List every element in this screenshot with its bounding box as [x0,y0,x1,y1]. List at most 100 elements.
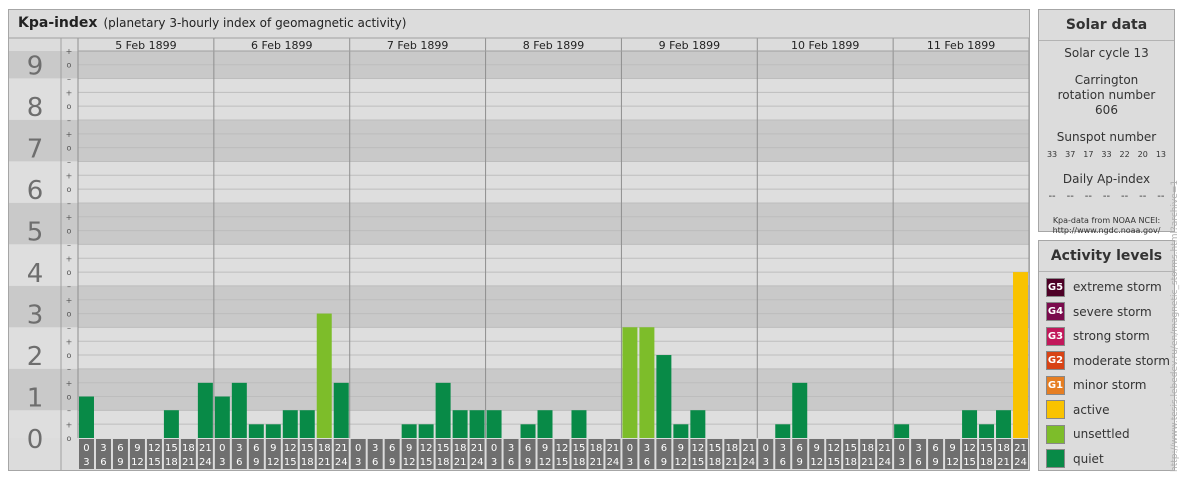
hour-end-label: 15 [148,457,161,468]
hour-start-label: 18 [997,443,1010,454]
hour-start-label: 21 [199,443,212,454]
hour-end-label: 18 [301,457,314,468]
kp-bar [979,424,995,438]
hour-start-label: 3 [372,443,378,454]
hour-start-label: 0 [627,443,633,454]
hour-end-label: 12 [267,457,280,468]
kp-bar [231,382,247,438]
hour-start-label: 3 [100,443,106,454]
kp-sublevel-mark: o [67,61,72,70]
hour-start-label: 21 [1014,443,1027,454]
y-tick-label: 1 [27,384,44,414]
hour-start-label: 18 [725,443,738,454]
hour-start-label: 15 [980,443,993,454]
hour-end-label: 21 [590,457,603,468]
hour-start-label: 12 [963,443,976,454]
kp-bar [894,424,910,438]
y-tick-label: 4 [27,259,44,289]
kp-sublevel-mark: o [67,393,72,402]
activity-level-item: quiet [1046,447,1174,472]
hour-end-label: 3 [898,457,904,468]
kp-bar [401,424,417,438]
activity-level-item: G5 extreme storm [1046,275,1174,300]
hour-end-label: 6 [915,457,921,468]
hour-end-label: 12 [131,457,144,468]
ap-index-values: -- -- -- -- -- -- -- [1039,191,1174,202]
kp-bar [214,396,230,438]
hour-start-label: 15 [165,443,178,454]
sunspot-value: 17 [1083,150,1094,159]
kp-bar [639,327,655,438]
kp-bar [792,382,808,438]
day-label: 7 Feb 1899 [387,39,448,52]
hour-end-label: 9 [117,457,123,468]
hour-end-label: 18 [980,457,993,468]
sunspot-value: 22 [1119,150,1130,159]
hour-end-label: 9 [661,457,667,468]
hour-end-label: 21 [182,457,195,468]
hour-start-label: 0 [898,443,904,454]
level-swatch: G5 [1046,277,1065,297]
hour-end-label: 9 [389,457,395,468]
y-tick-label: 2 [27,342,44,372]
kp-sublevel-mark: o [67,434,72,443]
day-label: 6 Feb 1899 [251,39,312,52]
kp-bar [690,410,706,438]
level-label: quiet [1073,451,1104,466]
sunspot-values: 33 37 17 33 22 20 13 [1039,150,1174,159]
hour-end-label: 3 [219,457,225,468]
hour-end-label: 6 [508,457,514,468]
solar-data-header: Solar data [1039,10,1174,41]
kp-bar [452,410,468,438]
y-tick-label: 3 [27,301,44,331]
kp-sublevel-mark: o [67,185,72,194]
ap-value: -- [1102,191,1111,202]
hour-end-label: 9 [253,457,259,468]
hour-end-label: 3 [83,457,89,468]
kp-sublevel-mark: + [66,337,73,346]
hour-start-label: 18 [454,443,467,454]
kp-band [9,285,1029,328]
day-label: 5 Feb 1899 [115,39,176,52]
hour-start-label: 6 [117,443,123,454]
kp-bar [79,396,94,438]
hour-end-label: 12 [539,457,552,468]
level-swatch [1046,449,1065,469]
sunspot-value: 37 [1065,150,1076,159]
hour-end-label: 15 [963,457,976,468]
kp-sublevel-mark: – [67,323,71,332]
sunspot-value: 13 [1155,150,1166,159]
kp-sublevel-mark: + [66,296,73,305]
data-source-url: http://www.ngdc.noaa.gov/ [1052,226,1161,235]
ap-value: -- [1139,191,1147,202]
kp-bar [197,382,213,438]
y-tick-label: 6 [27,176,44,206]
level-label: extreme storm [1073,280,1162,295]
activity-level-item: G4 severe storm [1046,300,1174,325]
day-label: 11 Feb 1899 [927,39,995,52]
kp-bar [316,313,332,438]
kp-sublevel-mark: + [66,213,73,222]
hour-start-label: 21 [742,443,755,454]
hour-start-label: 3 [780,443,786,454]
level-label: minor storm [1073,378,1147,393]
sunspot-value: 33 [1046,150,1058,159]
kp-sublevel-mark: – [67,365,71,374]
level-label: strong storm [1073,329,1150,344]
kp-bar [299,410,315,438]
hour-start-label: 9 [270,443,276,454]
hour-end-label: 15 [284,457,297,468]
kp-sublevel-mark: – [67,406,71,415]
hour-end-label: 24 [1014,457,1027,468]
kp-band [9,78,1029,120]
hour-start-label: 9 [949,443,955,454]
hour-end-label: 3 [491,457,497,468]
y-tick-label: 8 [27,93,44,123]
y-tick-label: 7 [27,135,44,165]
kp-bar [775,424,791,438]
hour-start-label: 12 [420,443,433,454]
hour-end-label: 9 [797,457,803,468]
kp-sublevel-mark: + [66,88,73,97]
hour-start-label: 15 [844,443,857,454]
hour-end-label: 6 [644,457,650,468]
